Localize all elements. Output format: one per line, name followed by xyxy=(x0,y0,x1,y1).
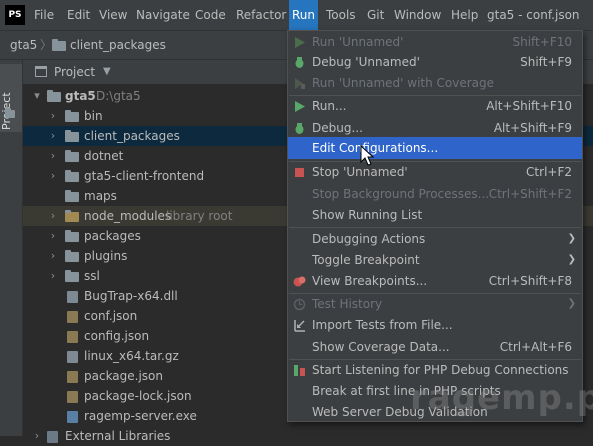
history-icon xyxy=(293,298,306,311)
folder-icon xyxy=(65,210,79,222)
watermark: ragemp.pro xyxy=(410,378,593,418)
exe-file-icon xyxy=(67,411,78,423)
folder-icon xyxy=(65,230,79,242)
menu-debugging-actions[interactable]: Debugging Actions ❯ xyxy=(288,228,582,250)
menu-git[interactable]: Git xyxy=(364,0,387,30)
menu-view[interactable]: View xyxy=(96,0,130,30)
menu-stop-unnamed[interactable]: Stop 'Unnamed' Ctrl+F2 xyxy=(288,161,582,183)
menu-run-dialog[interactable]: Run... Alt+Shift+F10 xyxy=(288,95,582,117)
run-menu-dropdown: Run 'Unnamed' Shift+F10 Debug 'Unnamed' … xyxy=(287,30,583,422)
menu-toggle-breakpoint[interactable]: Toggle Breakpoint ❯ xyxy=(288,249,582,271)
json-file-icon xyxy=(67,371,78,383)
import-icon xyxy=(294,320,305,332)
chevron-right-icon[interactable]: › xyxy=(47,266,59,286)
archive-file-icon xyxy=(67,351,78,363)
chevron-down-icon[interactable]: ▼ xyxy=(103,60,111,84)
tool-window-strip: Project xyxy=(0,60,23,436)
chevron-right-icon[interactable]: › xyxy=(47,146,59,166)
folder-icon xyxy=(65,150,79,162)
folder-icon xyxy=(65,170,79,182)
folder-icon xyxy=(65,190,79,202)
json-file-icon xyxy=(67,391,78,403)
debug-icon xyxy=(295,57,304,68)
run-icon xyxy=(295,101,305,112)
menu-edit[interactable]: Edit xyxy=(64,0,93,30)
folder-icon xyxy=(65,250,79,262)
folder-icon xyxy=(65,110,79,122)
menu-run-unnamed[interactable]: Run 'Unnamed' Shift+F10 xyxy=(288,31,582,53)
run-icon xyxy=(295,37,305,48)
debug-icon xyxy=(295,123,304,134)
menu-file[interactable]: File xyxy=(31,0,57,30)
chevron-down-icon[interactable]: ▾ xyxy=(31,86,43,106)
menu-debug-unnamed[interactable]: Debug 'Unnamed' Shift+F9 xyxy=(288,51,582,73)
menu-window[interactable]: Window xyxy=(391,0,444,30)
stop-icon xyxy=(295,168,304,177)
chevron-right-icon: ❯ xyxy=(567,298,576,309)
menu-show-running-list[interactable]: Show Running List xyxy=(288,204,582,226)
library-icon xyxy=(47,431,58,443)
chevron-right-icon[interactable]: › xyxy=(47,166,59,186)
project-folder-icon xyxy=(5,108,15,118)
menu-stop-background[interactable]: Stop Background Processes... Ctrl+Shift+… xyxy=(288,183,582,205)
folder-icon xyxy=(52,39,66,51)
chevron-right-icon[interactable]: › xyxy=(47,206,59,226)
coverage-icon xyxy=(295,78,305,89)
menu-debug-dialog[interactable]: Debug... Alt+Shift+F9 xyxy=(288,117,582,139)
project-tool-tab-label: Project xyxy=(0,70,13,130)
menu-navigate[interactable]: Navigate xyxy=(133,0,193,30)
chevron-right-icon[interactable]: › xyxy=(47,246,59,266)
menu-refactor[interactable]: Refactor xyxy=(233,0,289,30)
menu-help[interactable]: Help xyxy=(448,0,481,30)
menu-tools[interactable]: Tools xyxy=(323,0,359,30)
mouse-cursor-icon xyxy=(360,145,375,166)
phpstorm-logo: PS xyxy=(5,5,25,25)
file-icon xyxy=(67,291,78,303)
json-file-icon xyxy=(67,311,78,323)
window-title: gta5 - conf.json xyxy=(487,8,580,22)
project-panel-title[interactable]: Project xyxy=(54,60,95,84)
folder-icon xyxy=(65,270,79,282)
menu-test-history[interactable]: Test History ❯ xyxy=(288,293,582,315)
chevron-right-icon[interactable]: › xyxy=(31,426,43,446)
listen-icon xyxy=(294,365,305,376)
chevron-right-icon: ❯ xyxy=(567,254,576,265)
folder-icon xyxy=(65,130,79,142)
project-tool-tab[interactable]: Project xyxy=(0,64,22,132)
menu-code[interactable]: Code xyxy=(192,0,229,30)
menu-bar: PS File Edit View Navigate Code Refactor… xyxy=(0,0,593,30)
tree-row-external-libraries[interactable]: › External Libraries xyxy=(23,426,593,446)
breadcrumb-root[interactable]: gta5 xyxy=(10,31,37,59)
project-view-icon xyxy=(35,66,47,77)
folder-icon xyxy=(47,90,61,102)
json-file-icon xyxy=(67,331,78,343)
breakpoints-icon xyxy=(293,276,306,287)
menu-import-tests[interactable]: Import Tests from File... xyxy=(288,314,582,336)
chevron-right-icon[interactable]: › xyxy=(47,106,59,126)
menu-edit-configurations[interactable]: Edit Configurations... xyxy=(288,137,582,159)
menu-show-coverage-data[interactable]: Show Coverage Data... Ctrl+Alt+F6 xyxy=(288,336,582,358)
menu-run[interactable]: Run xyxy=(289,0,319,30)
chevron-right-icon: ❯ xyxy=(567,233,576,244)
breadcrumb-separator-icon: 〉 xyxy=(40,38,53,52)
chevron-right-icon[interactable]: › xyxy=(47,226,59,246)
menu-run-with-coverage[interactable]: Run 'Unnamed' with Coverage xyxy=(288,72,582,94)
chevron-right-icon[interactable]: › xyxy=(47,126,59,146)
menu-view-breakpoints[interactable]: View Breakpoints... Ctrl+Shift+F8 xyxy=(288,270,582,292)
breadcrumb-child[interactable]: client_packages xyxy=(70,31,166,59)
